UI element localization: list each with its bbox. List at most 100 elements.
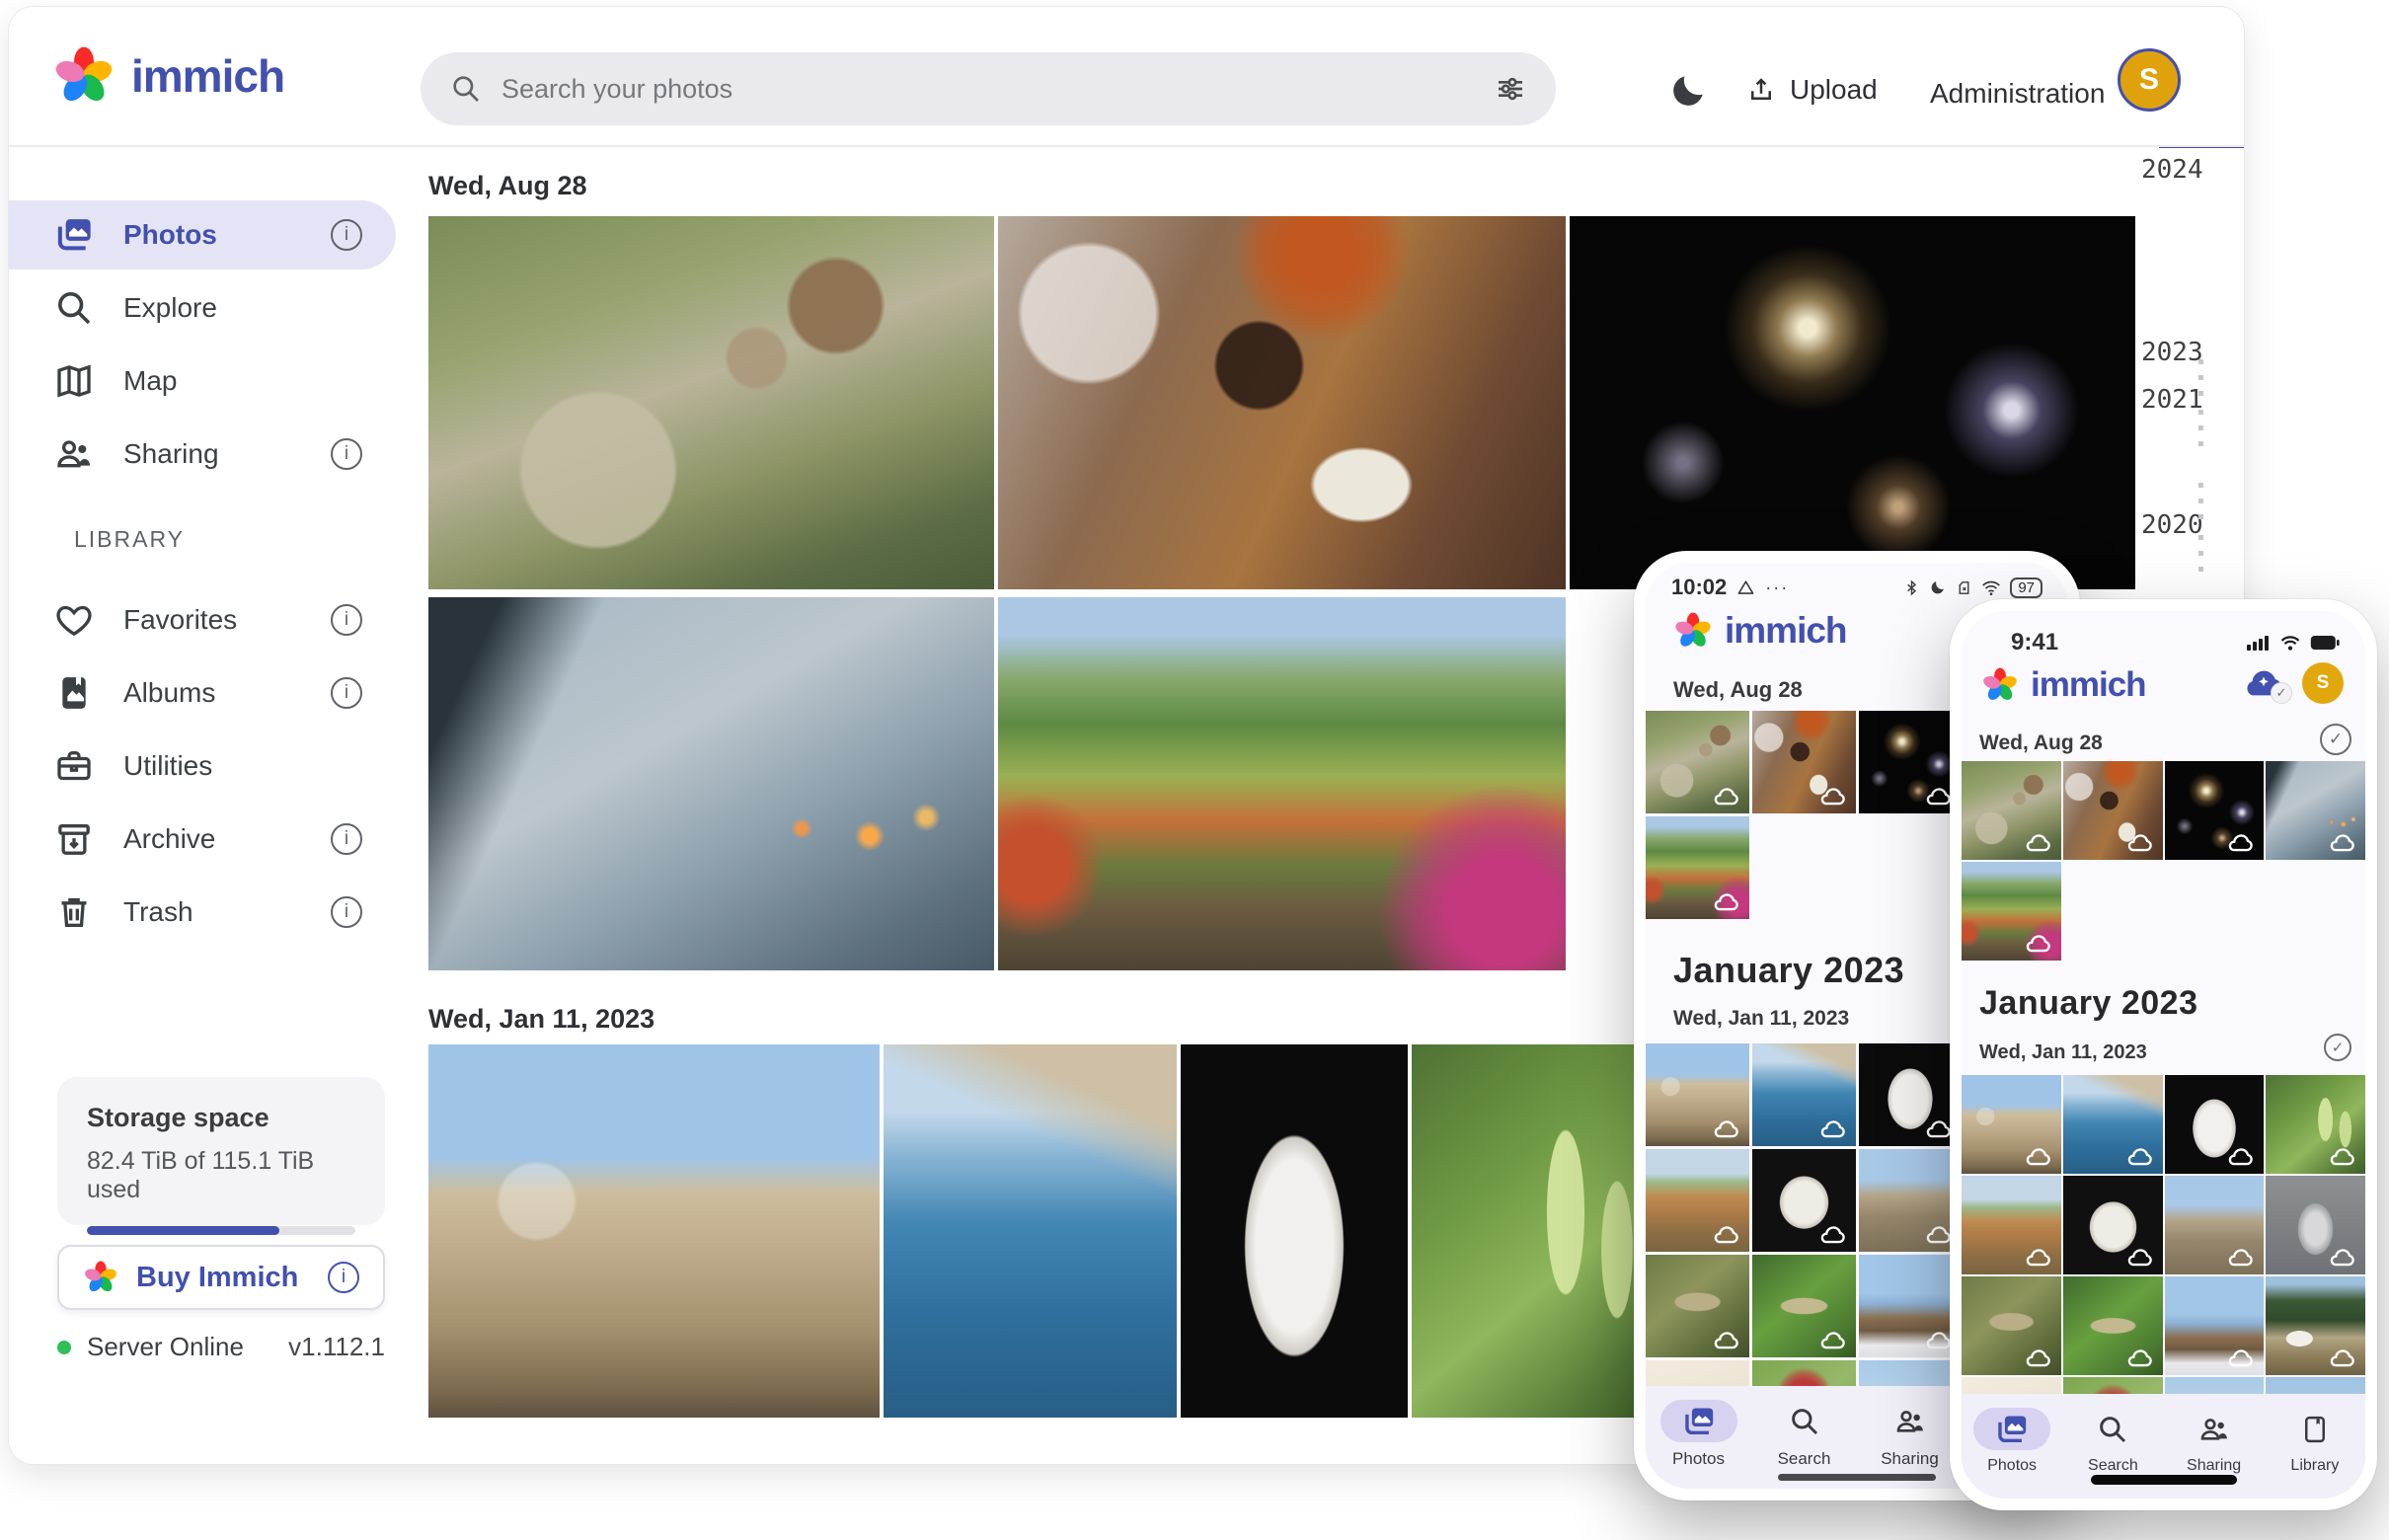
storage-progress-fill	[87, 1226, 279, 1235]
home-indicator[interactable]	[1778, 1474, 1936, 1481]
info-icon[interactable]: i	[331, 438, 362, 470]
photo-coastal[interactable]	[884, 1044, 1177, 1418]
backup-cloud-icon[interactable]: ✓	[2241, 666, 2286, 700]
nav-tab-photos[interactable]: Photos	[1646, 1386, 1751, 1489]
upload-button[interactable]: Upload	[1746, 74, 1878, 106]
nav-tab-library[interactable]: Library	[2265, 1394, 2365, 1499]
photo-green-berries[interactable]	[1412, 1044, 1668, 1418]
immich-flower-icon	[52, 44, 116, 108]
photo-monkeys[interactable]	[428, 216, 994, 589]
select-all-check-icon[interactable]: ✓	[2320, 724, 2351, 755]
wifi-icon	[1981, 579, 2001, 596]
info-icon[interactable]: i	[331, 823, 362, 855]
buy-immich-button[interactable]: Buy Immich i	[57, 1245, 385, 1310]
bluetooth-icon	[1903, 578, 1920, 597]
photo-monkeys[interactable]	[1646, 711, 1749, 813]
timeline-year[interactable]: 2024	[2141, 155, 2203, 185]
storage-usage-text: 82.4 TiB of 115.1 TiB used	[87, 1147, 355, 1204]
photo-dinner[interactable]	[2063, 761, 2163, 860]
photo-sculpture[interactable]	[2063, 1176, 2163, 1274]
search-bar[interactable]	[421, 52, 1556, 125]
photo-fireworks[interactable]	[1859, 711, 1963, 813]
timeline-year[interactable]: 2023	[2141, 338, 2203, 367]
photo-sculpture[interactable]	[1752, 1149, 1856, 1252]
photo-lizard2[interactable]	[2063, 1276, 2163, 1375]
info-icon[interactable]: i	[331, 677, 362, 709]
photo-lizard2[interactable]	[1752, 1255, 1856, 1357]
photo-silver[interactable]	[2266, 1176, 2365, 1274]
dark-mode-toggle[interactable]	[1663, 64, 1715, 116]
photo-ruins[interactable]	[2165, 1176, 2265, 1274]
photo-autumn-path[interactable]	[998, 597, 1566, 970]
info-icon[interactable]: i	[331, 219, 362, 251]
photo-lizard1[interactable]	[1962, 1276, 2061, 1375]
search-filters-icon[interactable]	[1495, 73, 1526, 105]
photo-castle[interactable]	[1646, 1043, 1749, 1146]
sidebar-item-sharing[interactable]: Sharing i	[9, 420, 396, 489]
info-icon[interactable]: i	[331, 604, 362, 636]
photo-ruins[interactable]	[1859, 1149, 1963, 1252]
photo-monkeys[interactable]	[1962, 761, 2061, 860]
sharing-people-icon	[2198, 1414, 2230, 1445]
search-input[interactable]	[501, 74, 1475, 105]
cloud-backup-icon	[2329, 833, 2356, 852]
photo-coastal[interactable]	[2063, 1075, 2163, 1174]
nav-tab-label: Sharing	[2187, 1457, 2241, 1475]
photo-bust[interactable]	[2165, 1075, 2265, 1174]
photo-beach[interactable]	[1962, 1176, 2061, 1274]
sidebar-item-label: Photos	[123, 219, 217, 251]
photo-bust[interactable]	[1859, 1043, 1963, 1146]
nav-tab-photos[interactable]: Photos	[1962, 1394, 2062, 1499]
photo-hands[interactable]	[2266, 761, 2365, 860]
user-avatar[interactable]: S	[2302, 662, 2344, 704]
user-avatar[interactable]: S	[2118, 48, 2181, 112]
photo-lizard1[interactable]	[1646, 1255, 1749, 1357]
cloud-backup-icon	[2227, 1248, 2255, 1267]
sidebar-item-photos[interactable]: Photos i	[9, 200, 396, 270]
photo-dinner[interactable]	[1752, 711, 1856, 813]
sim-missing-icon	[1956, 578, 1972, 597]
phone-month-heading: January 2023	[1673, 950, 1904, 991]
phone-immich-logo: immich	[1673, 610, 1847, 652]
photo-autumn[interactable]	[1962, 862, 2061, 961]
info-icon[interactable]: i	[331, 896, 362, 928]
phone-header-actions: ✓ S	[2241, 662, 2344, 704]
sidebar-item-archive[interactable]: Archive i	[9, 805, 396, 874]
sidebar-item-map[interactable]: Map	[9, 346, 396, 416]
immich-logo[interactable]: immich	[52, 44, 284, 108]
sidebar-item-trash[interactable]: Trash i	[9, 878, 396, 947]
photo-castle[interactable]	[1962, 1075, 2061, 1174]
sidebar-item-explore[interactable]: Explore	[9, 273, 396, 343]
photo-fireworks[interactable]	[1570, 216, 2136, 589]
photo-alpine[interactable]	[2266, 1276, 2365, 1375]
immich-logo-text: immich	[2031, 665, 2146, 705]
wifi-icon	[2279, 635, 2301, 652]
cloud-backup-icon	[1819, 1331, 1847, 1349]
cloud-backup-icon	[1713, 1225, 1740, 1244]
sidebar-item-favorites[interactable]: Favorites i	[9, 585, 396, 654]
sharing-people-icon	[54, 434, 94, 474]
administration-link[interactable]: Administration	[1930, 78, 2105, 110]
photo-beach[interactable]	[1646, 1149, 1749, 1252]
photo-church[interactable]	[1859, 1255, 1963, 1357]
photo-fireworks[interactable]	[2165, 761, 2265, 860]
photo-church[interactable]	[2165, 1276, 2265, 1375]
utilities-briefcase-icon	[54, 746, 94, 786]
photo-dinner[interactable]	[998, 216, 1566, 589]
photo-sculpture-bust[interactable]	[1181, 1044, 1408, 1418]
sidebar-item-albums[interactable]: Albums i	[9, 658, 396, 728]
photo-coastal[interactable]	[1752, 1043, 1856, 1146]
info-icon[interactable]: i	[328, 1262, 359, 1293]
immich-flower-icon	[1981, 666, 2019, 704]
photo-hands[interactable]	[428, 597, 994, 970]
home-indicator[interactable]	[2091, 1475, 2237, 1485]
select-all-check-icon[interactable]: ✓	[2324, 1034, 2351, 1061]
photo-autumn[interactable]	[1646, 816, 1749, 919]
timeline-year[interactable]: 2020	[2141, 510, 2203, 540]
sidebar-item-utilities[interactable]: Utilities	[9, 732, 396, 801]
immich-flower-icon	[83, 1260, 118, 1295]
notification-icon	[1736, 578, 1755, 597]
timeline-year[interactable]: 2021	[2141, 385, 2203, 415]
photo-castle[interactable]	[428, 1044, 880, 1418]
photo-berries[interactable]	[2266, 1075, 2365, 1174]
